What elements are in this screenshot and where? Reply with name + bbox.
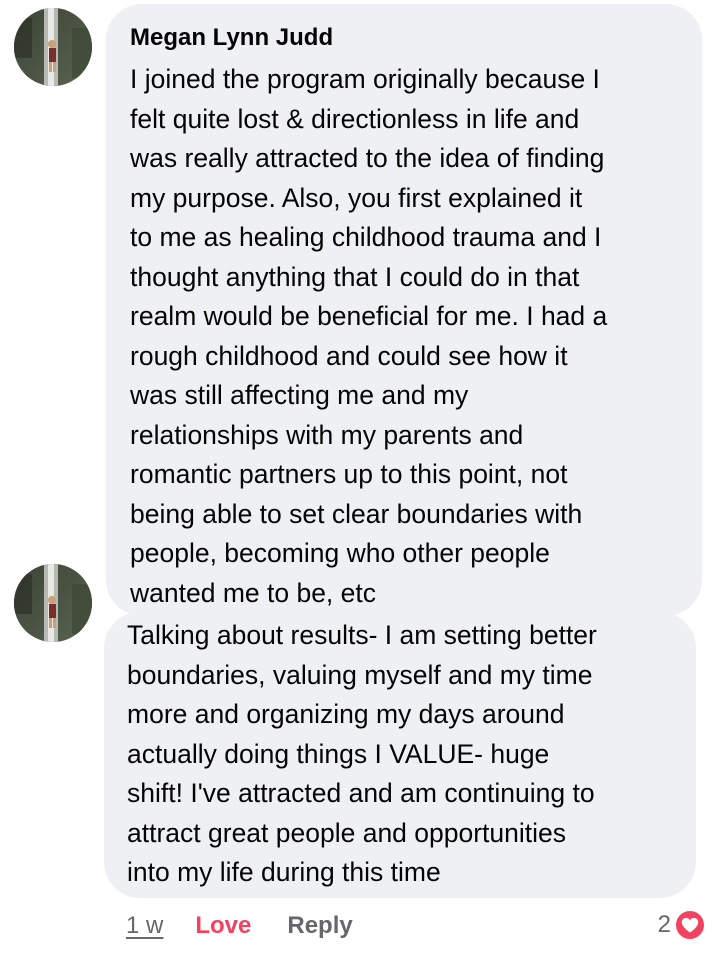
avatar[interactable] (14, 8, 92, 86)
comment-bubble: Talking about results- I am setting bett… (104, 612, 696, 898)
heart-icon (674, 909, 706, 941)
comment-text: Talking about results- I am setting bett… (127, 620, 597, 887)
comment-bubble: Megan Lynn Judd I joined the program ori… (106, 4, 702, 616)
profile-photo-icon (14, 8, 92, 86)
reaction-count: 2 (657, 911, 671, 938)
comment-timestamp[interactable]: 1 w (126, 912, 163, 940)
comment-text: I joined the program originally because … (130, 64, 608, 608)
comment-actions: 1 w Love Reply (126, 908, 353, 944)
comment-thread: Megan Lynn Judd I joined the program ori… (0, 0, 724, 960)
comment-author[interactable]: Megan Lynn Judd (130, 24, 680, 52)
reply-button[interactable]: Reply (287, 912, 352, 940)
profile-photo-icon (14, 564, 92, 642)
avatar[interactable] (14, 564, 92, 642)
love-button[interactable]: Love (195, 912, 251, 940)
reaction-summary[interactable]: 2 (658, 906, 706, 944)
